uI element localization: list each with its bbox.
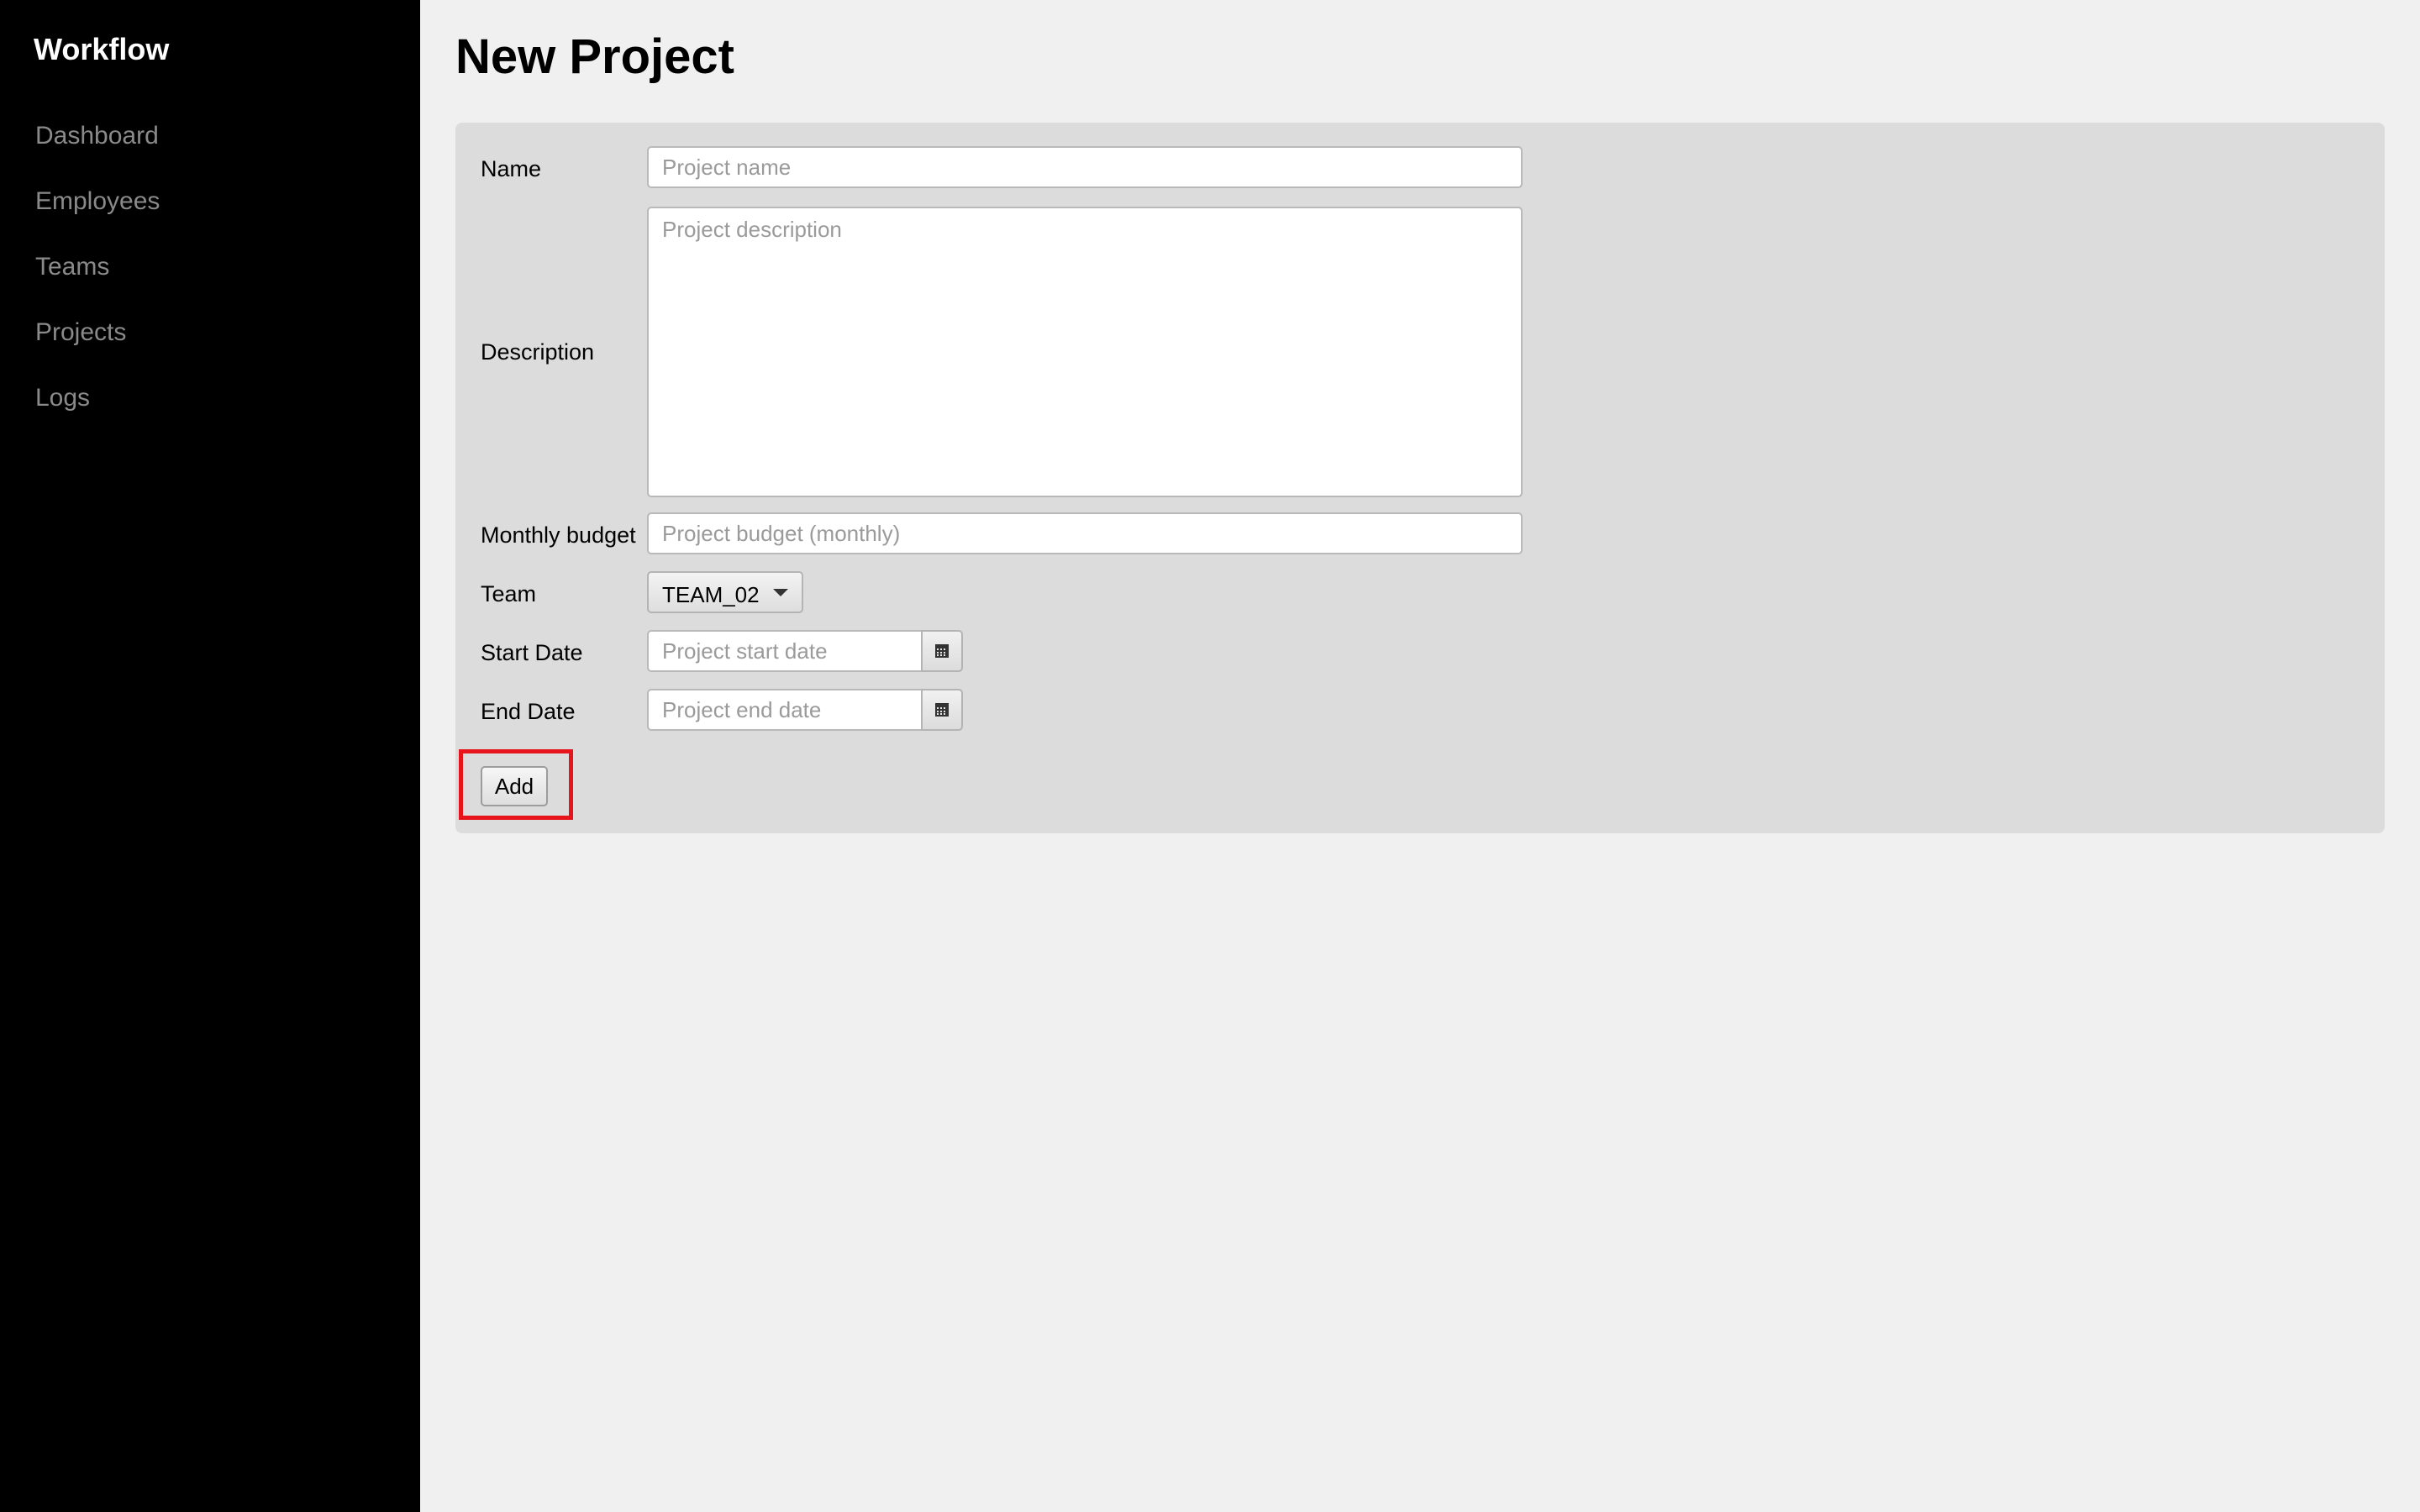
sidebar-item-employees[interactable]: Employees: [35, 181, 160, 247]
caret-down-icon: [773, 589, 788, 596]
start-date-group: [647, 630, 963, 672]
calendar-icon: [935, 644, 949, 658]
end-date-group: [647, 689, 963, 731]
end-date-label: End Date: [481, 699, 576, 724]
monthly-budget-label: Monthly budget: [481, 522, 636, 548]
page-title: New Project: [455, 29, 734, 84]
start-date-label: Start Date: [481, 640, 583, 665]
calendar-icon: [935, 703, 949, 717]
project-description-textarea[interactable]: [647, 207, 1523, 497]
end-date-input[interactable]: [647, 689, 923, 731]
app-brand[interactable]: Workflow: [34, 32, 169, 67]
description-label: Description: [481, 339, 595, 365]
sidebar-item-dashboard[interactable]: Dashboard: [35, 116, 160, 181]
sidebar: Workflow Dashboard Employees Teams Proje…: [0, 0, 420, 1512]
team-select[interactable]: TEAM_02: [647, 571, 803, 613]
start-date-calendar-button[interactable]: [921, 630, 963, 672]
start-date-input[interactable]: [647, 630, 923, 672]
sidebar-nav: Dashboard Employees Teams Projects Logs: [35, 116, 160, 444]
sidebar-item-teams[interactable]: Teams: [35, 247, 160, 312]
project-name-input[interactable]: [647, 146, 1523, 188]
add-button[interactable]: Add: [481, 766, 548, 806]
sidebar-item-logs[interactable]: Logs: [35, 378, 160, 444]
monthly-budget-input[interactable]: [647, 512, 1523, 554]
name-label: Name: [481, 156, 542, 181]
sidebar-item-projects[interactable]: Projects: [35, 312, 160, 378]
team-label: Team: [481, 581, 537, 606]
main-content: New Project Name Description Monthly bud…: [420, 0, 2420, 1512]
new-project-form: Name Description Monthly budget Team TEA…: [455, 123, 2385, 833]
team-selected-value: TEAM_02: [662, 582, 760, 607]
end-date-calendar-button[interactable]: [921, 689, 963, 731]
